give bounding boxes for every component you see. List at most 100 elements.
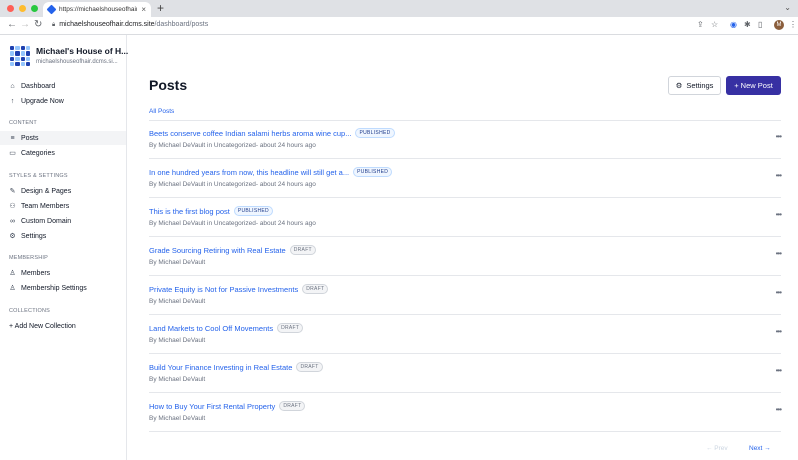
sidebar-item-settings[interactable]: ⚙ Settings bbox=[0, 229, 126, 243]
post-row: This is the first blog post PUBLISHED By… bbox=[149, 199, 782, 237]
post-row: How to Buy Your First Rental Property DR… bbox=[149, 394, 782, 432]
users-icon: ⚇ bbox=[9, 203, 16, 210]
more-options-icon[interactable]: ••• bbox=[776, 132, 782, 141]
add-collection-label: + Add New Collection bbox=[9, 322, 76, 330]
sidebar-item-label: Design & Pages bbox=[21, 187, 72, 195]
more-options-icon[interactable]: ••• bbox=[776, 405, 782, 414]
post-row: Land Markets to Cool Off Movements DRAFT… bbox=[149, 316, 782, 354]
url-path: /dashboard/posts bbox=[154, 21, 209, 28]
list-icon: ≡ bbox=[10, 134, 15, 142]
browser-tab[interactable]: https://michaelshouseofhair.dcms... × bbox=[43, 2, 151, 17]
sidebar: Michael's House of H... michaelshouseofh… bbox=[0, 35, 128, 460]
extension-icon[interactable]: ◉ bbox=[730, 20, 737, 29]
tab-list-chevron-icon[interactable]: ⌄ bbox=[784, 3, 791, 12]
post-row: In one hundred years from now, this head… bbox=[149, 160, 782, 198]
status-badge: PUBLISHED bbox=[353, 167, 393, 177]
browser-tab-bar: https://michaelshouseofhair.dcms... × + … bbox=[0, 0, 798, 17]
share-icon[interactable]: ⇪ bbox=[697, 20, 704, 29]
rocket-icon: ↑ bbox=[10, 97, 15, 105]
sidebar-item-posts[interactable]: ≡ Posts bbox=[0, 131, 126, 145]
bookmark-star-icon[interactable]: ☆ bbox=[711, 20, 718, 29]
new-tab-icon[interactable]: + bbox=[157, 1, 164, 15]
sidebar-item-dashboard[interactable]: ⌂ Dashboard bbox=[0, 79, 126, 93]
status-badge: DRAFT bbox=[289, 245, 316, 255]
window-controls bbox=[7, 5, 38, 12]
site-brand[interactable]: Michael's House of H... michaelshouseofh… bbox=[10, 46, 128, 66]
browser-menu-icon[interactable]: ⋮ bbox=[789, 20, 797, 29]
site-favicon-icon bbox=[46, 4, 57, 15]
post-title-link[interactable]: Build Your Finance Investing in Real Est… bbox=[149, 363, 292, 372]
more-options-icon[interactable]: ••• bbox=[776, 249, 782, 258]
status-badge: PUBLISHED bbox=[233, 206, 273, 216]
user-settings-icon: ♙ bbox=[9, 285, 16, 292]
more-options-icon[interactable]: ••• bbox=[776, 210, 782, 219]
post-row: Beets conserve coffee Indian salami herb… bbox=[149, 121, 782, 159]
browser-address-bar: ← → ↻ 🔒︎ michaelshouseofhair.dcms.site/da… bbox=[0, 17, 798, 35]
new-post-button[interactable]: + New Post bbox=[726, 76, 781, 95]
post-meta: By Michael DeVault in Uncategorized- abo… bbox=[149, 142, 316, 149]
post-meta: By Michael DeVault in Uncategorized- abo… bbox=[149, 220, 316, 227]
sidebar-item-custom-domain[interactable]: ∞ Custom Domain bbox=[0, 214, 126, 228]
status-badge: DRAFT bbox=[279, 401, 306, 411]
more-options-icon[interactable]: ••• bbox=[776, 366, 782, 375]
sidebar-item-label: Custom Domain bbox=[21, 217, 72, 225]
prev-page-button[interactable]: ← Prev bbox=[706, 445, 728, 452]
post-title-link[interactable]: Land Markets to Cool Off Movements bbox=[149, 324, 273, 333]
sidebar-item-label: Posts bbox=[21, 134, 39, 142]
url-host: michaelshouseofhair.dcms.site bbox=[59, 21, 155, 28]
add-collection-button[interactable]: + Add New Collection bbox=[0, 319, 126, 333]
puzzle-icon[interactable]: ✱ bbox=[744, 20, 751, 29]
new-post-button-label: + New Post bbox=[734, 81, 773, 90]
maximize-window-icon[interactable] bbox=[31, 5, 38, 12]
status-badge: DRAFT bbox=[277, 323, 304, 333]
post-title-link[interactable]: Beets conserve coffee Indian salami herb… bbox=[149, 129, 351, 138]
settings-button[interactable]: ⚙ Settings bbox=[668, 76, 721, 95]
status-badge: DRAFT bbox=[302, 284, 329, 294]
home-icon: ⌂ bbox=[10, 82, 15, 90]
sidebar-item-design-pages[interactable]: ✎ Design & Pages bbox=[0, 184, 126, 198]
folder-icon: ▭ bbox=[9, 150, 16, 157]
back-icon[interactable]: ← bbox=[7, 19, 17, 30]
settings-button-label: Settings bbox=[686, 81, 714, 90]
sidebar-item-label: Team Members bbox=[21, 202, 70, 210]
content-heading: CONTENT bbox=[9, 120, 37, 126]
post-title-link[interactable]: Grade Sourcing Retiring with Real Estate bbox=[149, 246, 286, 255]
post-meta: By Michael DeVault in Uncategorized- abo… bbox=[149, 181, 316, 188]
post-title-link[interactable]: In one hundred years from now, this head… bbox=[149, 168, 349, 177]
minimize-window-icon[interactable] bbox=[19, 5, 26, 12]
next-page-button[interactable]: Next → bbox=[749, 445, 771, 452]
user-icon: ♙ bbox=[9, 270, 16, 277]
post-meta: By Michael DeVault bbox=[149, 259, 206, 266]
more-options-icon[interactable]: ••• bbox=[776, 327, 782, 336]
post-meta: By Michael DeVault bbox=[149, 376, 206, 383]
post-title-link[interactable]: Private Equity is Not for Passive Invest… bbox=[149, 285, 298, 294]
site-url: michaelshouseofhair.dcms.si... bbox=[36, 59, 118, 65]
sidebar-item-categories[interactable]: ▭ Categories bbox=[0, 146, 126, 160]
sidebar-item-label: Settings bbox=[21, 232, 47, 240]
main-content: Posts ⚙ Settings + New Post All Posts Be… bbox=[128, 35, 798, 460]
more-options-icon[interactable]: ••• bbox=[776, 171, 782, 180]
more-options-icon[interactable]: ••• bbox=[776, 288, 782, 297]
sidebar-item-members[interactable]: ♙ Members bbox=[0, 266, 126, 280]
gear-icon: ⚙ bbox=[9, 233, 16, 240]
close-window-icon[interactable] bbox=[7, 5, 14, 12]
close-tab-icon[interactable]: × bbox=[141, 5, 146, 14]
sidebar-item-label: Membership Settings bbox=[21, 284, 87, 292]
profile-avatar[interactable]: M bbox=[774, 20, 784, 30]
sidebar-toggle-icon[interactable]: ▯ bbox=[758, 20, 762, 29]
url-field[interactable]: 🔒︎ michaelshouseofhair.dcms.site/dashboar… bbox=[52, 21, 208, 29]
collections-heading: COLLECTIONS bbox=[9, 308, 51, 314]
sidebar-item-label: Members bbox=[21, 269, 51, 277]
status-badge: DRAFT bbox=[296, 362, 323, 372]
forward-icon[interactable]: → bbox=[20, 19, 30, 30]
sidebar-item-membership-settings[interactable]: ♙ Membership Settings bbox=[0, 281, 126, 295]
page-title: Posts bbox=[149, 77, 188, 93]
brush-icon: ✎ bbox=[9, 188, 16, 195]
post-title-link[interactable]: How to Buy Your First Rental Property bbox=[149, 402, 275, 411]
site-logo-icon bbox=[10, 46, 30, 66]
reload-icon[interactable]: ↻ bbox=[34, 19, 42, 30]
sidebar-item-team-members[interactable]: ⚇ Team Members bbox=[0, 199, 126, 213]
post-title-link[interactable]: This is the first blog post bbox=[149, 207, 230, 216]
sidebar-item-upgrade[interactable]: ↑ Upgrade Now bbox=[0, 94, 126, 108]
post-meta: By Michael DeVault bbox=[149, 415, 206, 422]
